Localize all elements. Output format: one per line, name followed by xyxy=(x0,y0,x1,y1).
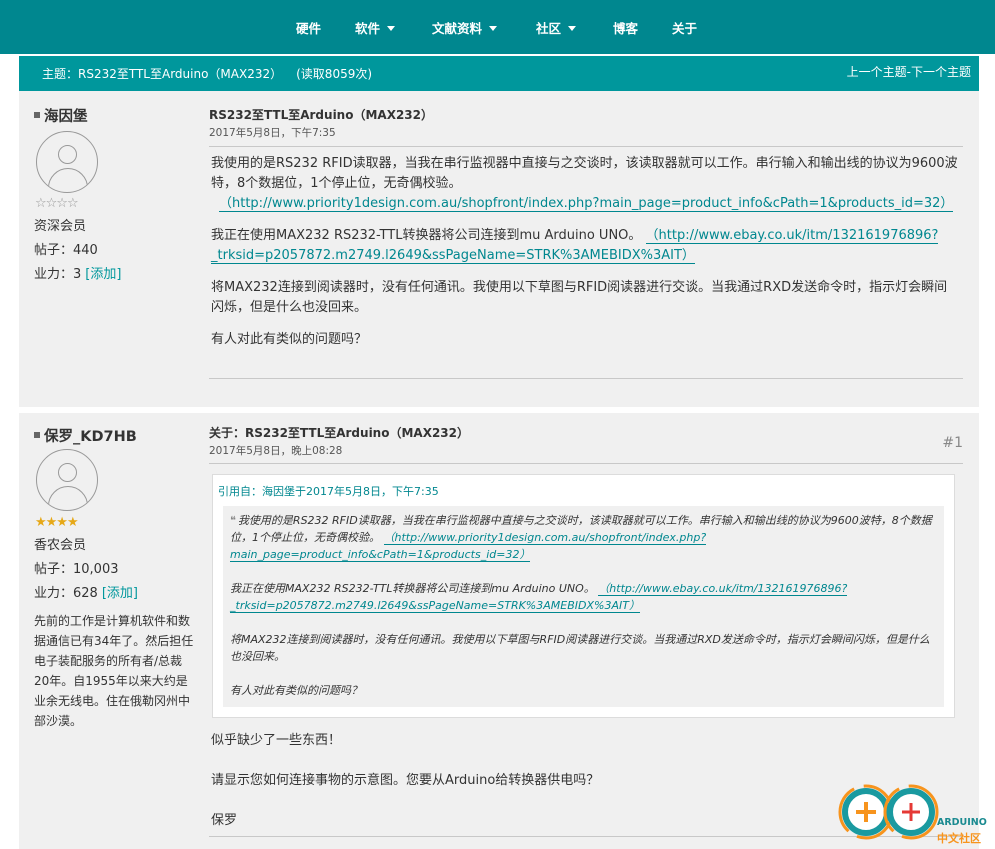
topic-title: 主题：RS232至TTL至Arduino（MAX232） (读取8059次) xyxy=(42,67,373,81)
post-date: 2017年5月8日，晚上08:28 xyxy=(209,445,343,457)
karma: 业力：3 [添加] xyxy=(34,267,122,282)
rank-stars-icon: ☆☆☆☆ xyxy=(35,196,79,211)
forum-post: 保罗_KD7HB ★★★★ 香农会员 帖子：10,003 业力：628 [添加] … xyxy=(19,413,979,849)
post-paragraph: 似乎缺少了一些东西！ xyxy=(211,733,342,748)
post-count: 帖子：10,003 xyxy=(34,562,119,577)
nav-blog[interactable]: 博客 xyxy=(613,18,638,37)
divider xyxy=(209,378,963,379)
quote-block: 引用自：海因堡于2017年5月8日，下午7:35 ❝ 我使用的是RS232 RFI… xyxy=(212,474,955,718)
chevron-down-icon xyxy=(568,26,577,31)
post-count: 帖子：440 xyxy=(34,243,98,258)
post-title[interactable]: RS232至TTL至Arduino（MAX232） xyxy=(209,106,433,123)
divider xyxy=(209,146,963,147)
add-karma-link[interactable]: [添加] xyxy=(102,586,138,601)
topic-prev-next-link[interactable]: 上一个主题-下一个主题 xyxy=(847,63,971,80)
read-count: (读取8059次) xyxy=(296,67,373,81)
member-rank: 资深会员 xyxy=(34,219,87,234)
post-title[interactable]: 关于：RS232至TTL至Arduino（MAX232） xyxy=(209,424,469,441)
nav-documentation[interactable]: 文献资料 xyxy=(432,18,498,37)
quote-paragraph: 将MAX232连接到阅读器时，没有任何通讯。我使用以下草图与RFID阅读器进行交… xyxy=(230,633,930,663)
user-bio: 先前的工作是计算机软件和数据通信已有34年了。然后担任电子装配服务的所有者/总裁… xyxy=(34,614,194,728)
square-bullet-icon xyxy=(34,112,40,118)
square-bullet-icon xyxy=(34,432,40,438)
product-link[interactable]: （http://www.priority1design.com.au/shopf… xyxy=(219,196,954,212)
logo-text: ARDUINO xyxy=(937,817,987,828)
rank-stars-icon: ★★★★ xyxy=(35,515,79,530)
avatar xyxy=(36,449,98,511)
nav-software[interactable]: 软件 xyxy=(355,18,396,37)
post-paragraph: 我使用的是RS232 RFID读取器，当我在串行监视器中直接与之交谈时，该读取器… xyxy=(211,156,958,191)
forum-post: 海因堡 ☆☆☆☆ 资深会员 帖子：440 业力：3 [添加] RS232至TTL至… xyxy=(19,91,979,407)
add-karma-link[interactable]: [添加] xyxy=(85,267,121,282)
topic-header: 主题：RS232至TTL至Arduino（MAX232） (读取8059次) 上一… xyxy=(19,56,979,91)
nav-hardware[interactable]: 硬件 xyxy=(296,18,321,37)
post-paragraph: 将MAX232连接到阅读器时，没有任何通讯。我使用以下草图与RFID阅读器进行交… xyxy=(211,280,948,315)
chevron-down-icon xyxy=(489,26,498,31)
member-rank: 香农会员 xyxy=(34,538,87,553)
post-paragraph: 有人对此有类似的问题吗？ xyxy=(211,332,368,347)
quote-mark-icon: ❝ xyxy=(230,514,236,527)
quote-paragraph: 有人对此有类似的问题吗？ xyxy=(230,684,362,697)
nav-about[interactable]: 关于 xyxy=(672,18,697,37)
post-date: 2017年5月8日，下午7:35 xyxy=(209,127,336,139)
post-body: 我使用的是RS232 RFID读取器，当我在串行监视器中直接与之交谈时，该读取器… xyxy=(211,154,959,350)
karma: 业力：628 [添加] xyxy=(34,586,138,601)
nav-community[interactable]: 社区 xyxy=(536,18,577,37)
post-author[interactable]: 海因堡 xyxy=(34,105,88,126)
quote-body: ❝ 我使用的是RS232 RFID读取器，当我在串行监视器中直接与之交谈时，该读取… xyxy=(223,506,944,707)
logo-text: 中文社区 xyxy=(937,832,981,845)
avatar xyxy=(36,131,98,193)
post-number-link[interactable]: #1 xyxy=(942,435,963,451)
post-author[interactable]: 保罗_KD7HB xyxy=(34,425,137,446)
top-navbar: 硬件 软件 文献资料 社区 博客 关于 xyxy=(0,0,995,54)
divider xyxy=(209,463,963,464)
chevron-down-icon xyxy=(387,26,396,31)
quote-source-link[interactable]: 引用自：海因堡于2017年5月8日，下午7:35 xyxy=(218,483,439,499)
